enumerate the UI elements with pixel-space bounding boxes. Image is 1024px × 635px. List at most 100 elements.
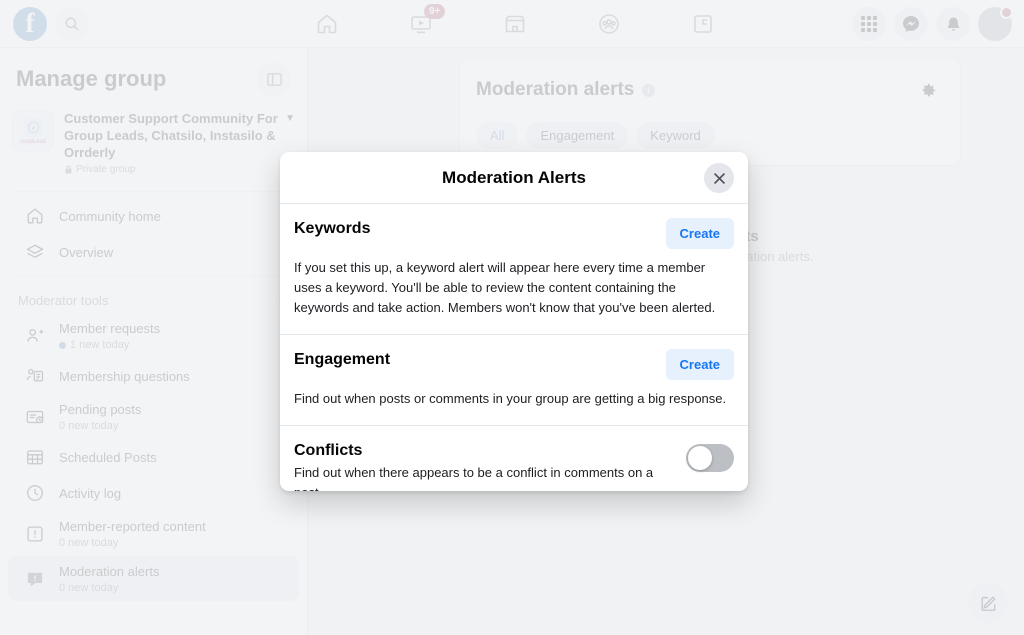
lock-icon xyxy=(65,165,72,174)
group-name: Customer Support Community For Group Lea… xyxy=(64,111,278,160)
grouplead-mark-icon xyxy=(23,117,43,138)
close-icon[interactable] xyxy=(704,163,734,193)
sidebar-divider xyxy=(16,191,291,192)
sidebar-item-community-home[interactable]: Community home xyxy=(8,198,299,234)
conflicts-heading: Conflicts xyxy=(294,442,363,459)
sidebar-item-pending-posts[interactable]: Pending posts 0 new today xyxy=(8,394,299,439)
sidebar-item-sub-label: 1 new today xyxy=(70,339,130,351)
sidebar-item-label: Activity log xyxy=(59,485,122,501)
questions-icon xyxy=(24,365,46,387)
sidebar-item-label: Member requests xyxy=(59,321,161,336)
modal-header: Moderation Alerts xyxy=(280,152,748,204)
conflicts-description: Find out when there appears to be a conf… xyxy=(294,465,654,491)
sidebar-item-member-requests[interactable]: Member requests 1 new today xyxy=(8,313,299,358)
facebook-logo-icon[interactable]: f xyxy=(13,6,47,41)
chip-keyword[interactable]: Keyword xyxy=(636,122,715,149)
video-icon[interactable]: 9+ xyxy=(394,2,448,46)
card-header: Moderation alerts i xyxy=(476,74,944,106)
profile-avatar[interactable] xyxy=(978,6,1013,41)
conflicts-row: Conflicts Find out when there appears to… xyxy=(294,440,734,491)
home-outline-icon xyxy=(24,205,46,227)
pending-posts-icon xyxy=(24,406,46,428)
grid-menu-icon[interactable] xyxy=(852,7,886,41)
card-title-text: Moderation alerts xyxy=(476,79,635,100)
sidebar-item-label: Moderation alerts xyxy=(59,564,160,579)
search-icon[interactable] xyxy=(55,6,89,41)
video-badge: 9+ xyxy=(424,4,446,19)
panel-collapse-icon[interactable] xyxy=(257,62,291,96)
info-icon[interactable]: i xyxy=(642,83,656,97)
member-request-icon xyxy=(24,325,46,347)
alert-filter-chips: All Engagement Keyword xyxy=(476,122,944,149)
sidebar-item-moderation-alerts[interactable]: Moderation alerts 0 new today xyxy=(8,556,299,601)
calendar-icon xyxy=(24,446,46,468)
page-title: Manage group xyxy=(16,66,167,91)
gear-icon[interactable] xyxy=(912,74,944,106)
report-icon xyxy=(24,523,46,545)
compose-icon[interactable] xyxy=(968,583,1008,623)
keywords-description: If you set this up, a keyword alert will… xyxy=(294,260,716,315)
sidebar-item-label: Membership questions xyxy=(59,368,190,384)
alert-chat-icon xyxy=(24,568,46,590)
sidebar-item-activity-log[interactable]: Activity log xyxy=(8,475,299,511)
sidebar-section-moderator-tools[interactable]: Moderator tools xyxy=(0,283,307,313)
engagement-create-button[interactable]: Create xyxy=(665,349,734,380)
nav-center-group: 9+ xyxy=(280,0,750,48)
conflicts-toggle[interactable] xyxy=(686,444,734,472)
sidebar-item-label: Scheduled Posts xyxy=(59,449,157,465)
group-avatar-label: roupLead xyxy=(20,138,46,145)
gaming-icon[interactable] xyxy=(676,2,730,46)
sidebar-item-overview[interactable]: Overview xyxy=(8,234,299,270)
top-navigation-bar: f 9+ xyxy=(0,0,1024,48)
group-identity-row[interactable]: roupLead Customer Support Community For … xyxy=(0,106,307,185)
clock-icon xyxy=(24,482,46,504)
sidebar-item-label: Community home xyxy=(59,208,161,224)
facebook-group-manage-page: f 9+ Manage group roupLead Customer Supp… xyxy=(0,0,1024,635)
modal-title: Moderation Alerts xyxy=(442,167,586,187)
sidebar-header: Manage group xyxy=(0,56,307,106)
sidebar-item-member-reported-content[interactable]: Member-reported content 0 new today xyxy=(8,511,299,556)
sidebar-item-sub: 0 new today xyxy=(59,582,119,594)
group-avatar: roupLead xyxy=(12,110,54,152)
group-meta: Customer Support Community For Group Lea… xyxy=(64,110,279,175)
moderation-alerts-modal: Moderation Alerts Keywords Create If you… xyxy=(280,152,748,491)
sidebar-item-label: Overview xyxy=(59,244,114,260)
card-title-group: Moderation alerts i xyxy=(476,79,656,101)
modal-section-keywords: Keywords Create If you set this up, a ke… xyxy=(280,204,748,335)
manage-group-sidebar: Manage group roupLead Customer Support C… xyxy=(0,48,308,635)
sidebar-section-label: Moderator tools xyxy=(18,292,109,308)
sidebar-item-scheduled-posts[interactable]: Scheduled Posts xyxy=(8,439,299,475)
sidebar-item-label: Member-reported content xyxy=(59,519,206,534)
home-icon[interactable] xyxy=(300,2,354,46)
keywords-create-button[interactable]: Create xyxy=(665,218,734,249)
chevron-down-icon[interactable]: ▼ xyxy=(285,113,295,124)
sidebar-divider-2 xyxy=(16,276,291,277)
engagement-heading: Engagement xyxy=(294,351,391,368)
sidebar-item-membership-questions[interactable]: Membership questions xyxy=(8,358,299,394)
layers-icon xyxy=(24,241,46,263)
sidebar-item-sub: 1 new today xyxy=(59,339,160,351)
engagement-header-row: Engagement Create xyxy=(294,349,734,380)
avatar-notification-dot xyxy=(1000,6,1013,19)
toggle-knob xyxy=(688,446,712,470)
moderation-alerts-card: Moderation alerts i All Engagement Keywo… xyxy=(460,60,960,165)
group-privacy: Private group xyxy=(64,164,279,175)
nav-right-group xyxy=(852,0,1013,48)
marketplace-icon[interactable] xyxy=(488,2,542,46)
new-indicator-dot xyxy=(59,341,66,349)
bell-icon[interactable] xyxy=(936,7,970,41)
sidebar-item-label: Pending posts xyxy=(59,402,142,417)
conflicts-text-column: Conflicts Find out when there appears to… xyxy=(294,440,674,491)
engagement-description: Find out when posts or comments in your … xyxy=(294,391,727,406)
chip-engagement[interactable]: Engagement xyxy=(526,122,629,149)
modal-section-engagement: Engagement Create Find out when posts or… xyxy=(280,335,748,426)
groups-icon[interactable] xyxy=(582,2,636,46)
keywords-heading: Keywords xyxy=(294,220,371,237)
keywords-header-row: Keywords Create xyxy=(294,218,734,249)
sidebar-item-sub: 0 new today xyxy=(59,537,119,549)
sidebar-item-sub: 0 new today xyxy=(59,420,119,432)
messenger-icon[interactable] xyxy=(894,7,928,41)
group-privacy-label: Private group xyxy=(76,164,136,175)
chip-all[interactable]: All xyxy=(476,122,519,149)
modal-section-conflicts: Conflicts Find out when there appears to… xyxy=(280,426,748,491)
